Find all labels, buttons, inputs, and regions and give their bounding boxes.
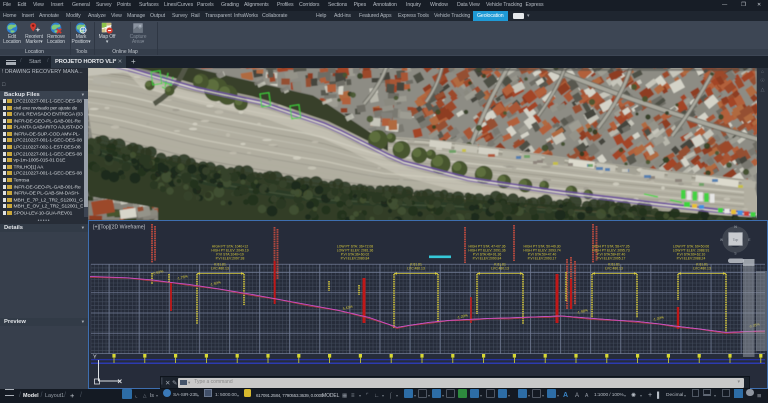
svg-text:P.VI ELEV:2093.17: P.VI ELEV:2093.17 [528,257,557,261]
svg-text:E: E [748,238,750,242]
svg-text:Top: Top [733,238,739,242]
svg-text:P.VI ELEV:2080.84: P.VI ELEV:2080.84 [341,257,370,261]
svg-text:LVC:480.13: LVC:480.13 [491,267,509,271]
svg-text:P.VI ELEV:2095.17: P.VI ELEV:2095.17 [597,257,626,261]
svg-text:W: W [720,238,723,242]
svg-text:[+][Top][2D Wireframe]: [+][Top][2D Wireframe] [93,225,146,231]
svg-text:S: S [734,252,736,256]
svg-text:LVC:480.13: LVC:480.13 [605,267,623,271]
svg-text:P.VI ELEV:2097.38: P.VI ELEV:2097.38 [216,257,245,261]
svg-text:LVC:480.13: LVC:480.13 [407,267,425,271]
svg-text:LVC:480.13: LVC:480.13 [693,267,711,271]
svg-text:Y: Y [93,355,97,361]
svg-text:LVC:480.13: LVC:480.13 [211,267,229,271]
svg-text:P.VI ELEV:2090.84: P.VI ELEV:2090.84 [473,257,502,261]
svg-text:P.VI ELEV:2088.24: P.VI ELEV:2088.24 [677,257,706,261]
